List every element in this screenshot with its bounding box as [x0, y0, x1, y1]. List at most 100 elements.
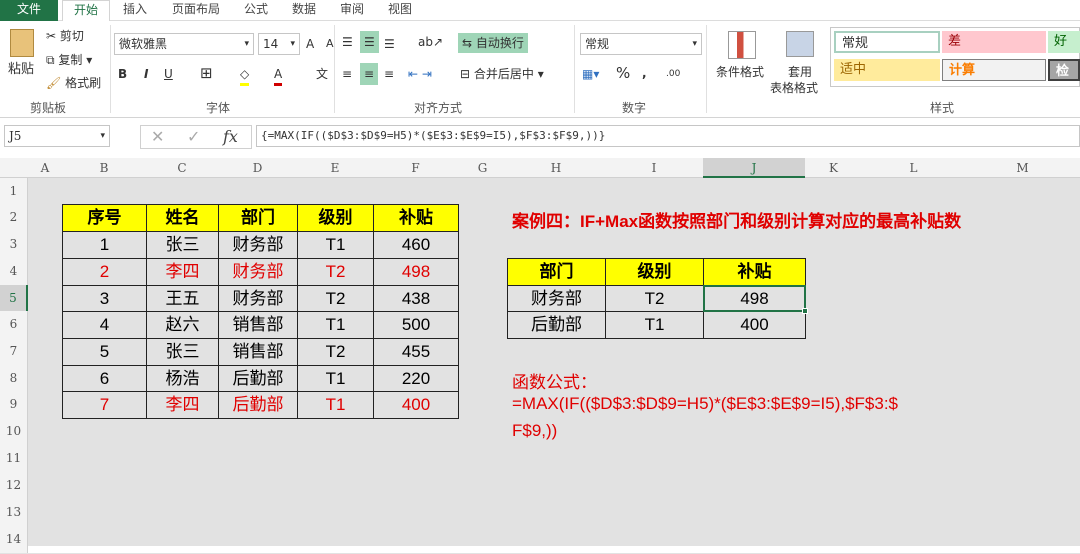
paste-button[interactable]: 粘贴: [8, 61, 34, 79]
borders-icon[interactable]: ⊞: [200, 64, 213, 82]
table1-header-cell[interactable]: 级别: [297, 204, 374, 232]
column-header-E[interactable]: E: [297, 158, 373, 178]
column-header-I[interactable]: I: [605, 158, 703, 178]
row-header-5[interactable]: 5: [0, 285, 28, 311]
table2-cell[interactable]: T2: [605, 285, 704, 312]
table1-cell[interactable]: 500: [373, 311, 459, 339]
table1-cell[interactable]: 王五: [146, 285, 219, 312]
bold-button[interactable]: B: [118, 65, 127, 83]
table1-cell[interactable]: 3: [62, 285, 147, 312]
row-header-8[interactable]: 8: [0, 365, 28, 391]
table1-cell[interactable]: T2: [297, 285, 374, 312]
table1-cell[interactable]: 后勤部: [218, 391, 298, 419]
table1-cell[interactable]: 财务部: [218, 285, 298, 312]
table1-cell[interactable]: T1: [297, 231, 374, 259]
table1-cell[interactable]: 460: [373, 231, 459, 259]
cut-button[interactable]: ✂ 剪切: [46, 27, 84, 45]
table1-cell[interactable]: T2: [297, 338, 374, 366]
table1-cell[interactable]: 4: [62, 311, 147, 339]
row-header-11[interactable]: 11: [0, 445, 28, 472]
row-header-14[interactable]: 14: [0, 526, 28, 553]
table1-cell[interactable]: 455: [373, 338, 459, 366]
align-bottom-icon[interactable]: ☰: [384, 35, 395, 53]
tab-page-layout[interactable]: 页面布局: [164, 0, 228, 21]
percent-button[interactable]: %: [616, 64, 630, 82]
style-bad[interactable]: 差: [942, 31, 1046, 53]
tab-review[interactable]: 审阅: [332, 0, 372, 21]
column-header-K[interactable]: K: [805, 158, 862, 178]
table1-header-cell[interactable]: 姓名: [146, 204, 219, 232]
tab-home[interactable]: 开始: [62, 0, 110, 22]
copy-button[interactable]: ⧉ 复制 ▾: [46, 51, 92, 69]
table1-cell[interactable]: 后勤部: [218, 365, 298, 392]
phonetic-button[interactable]: 文: [316, 65, 328, 83]
column-header-G[interactable]: G: [458, 158, 507, 178]
align-top-icon[interactable]: ☰: [342, 33, 353, 51]
row-header-12[interactable]: 12: [0, 472, 28, 499]
column-header-D[interactable]: D: [218, 158, 297, 178]
tab-insert[interactable]: 插入: [116, 0, 154, 21]
table1-cell[interactable]: 李四: [146, 258, 219, 286]
select-all-corner[interactable]: [0, 158, 28, 178]
column-header-L[interactable]: L: [862, 158, 965, 178]
column-header-M[interactable]: M: [965, 158, 1080, 178]
tab-view[interactable]: 视图: [380, 0, 420, 21]
align-left-icon[interactable]: ≡: [342, 65, 352, 83]
row-header-7[interactable]: 7: [0, 338, 28, 365]
table1-cell[interactable]: T2: [297, 258, 374, 286]
indent-icons[interactable]: ⇤ ⇥: [408, 65, 432, 83]
table2-cell[interactable]: 400: [703, 311, 806, 339]
table2-header-cell[interactable]: 级别: [605, 258, 704, 286]
table2-cell[interactable]: 后勤部: [507, 311, 606, 339]
table1-cell[interactable]: 销售部: [218, 311, 298, 339]
table1-cell[interactable]: 张三: [146, 338, 219, 366]
style-calculation[interactable]: 计算: [942, 59, 1046, 81]
wrap-text-button[interactable]: ⇆ 自动换行: [458, 33, 528, 53]
table1-header-cell[interactable]: 补贴: [373, 204, 459, 232]
orientation-icon[interactable]: ab↗: [418, 33, 443, 51]
table2-header-cell[interactable]: 部门: [507, 258, 606, 286]
column-header-F[interactable]: F: [373, 158, 458, 178]
italic-button[interactable]: I: [144, 65, 148, 83]
table1-cell[interactable]: 498: [373, 258, 459, 286]
style-neutral[interactable]: 适中: [834, 59, 940, 81]
table2-cell[interactable]: 财务部: [507, 285, 606, 312]
column-header-J[interactable]: J: [703, 158, 805, 178]
row-header-1[interactable]: 1: [0, 178, 28, 204]
tab-data[interactable]: 数据: [284, 0, 324, 21]
table1-cell[interactable]: 6: [62, 365, 147, 392]
table1-cell[interactable]: 赵六: [146, 311, 219, 339]
table1-cell[interactable]: 财务部: [218, 231, 298, 259]
row-header-13[interactable]: 13: [0, 499, 28, 526]
table1-header-cell[interactable]: 部门: [218, 204, 298, 232]
cancel-icon[interactable]: ✕: [151, 126, 164, 148]
conditional-format-button[interactable]: 条件格式: [716, 63, 764, 81]
table1-header-cell[interactable]: 序号: [62, 204, 147, 232]
fill-color-icon[interactable]: ◇: [240, 65, 250, 86]
table1-cell[interactable]: 7: [62, 391, 147, 419]
table1-cell[interactable]: 400: [373, 391, 459, 419]
function-icon[interactable]: fx: [223, 126, 238, 148]
row-header-4[interactable]: 4: [0, 258, 28, 285]
table1-cell[interactable]: T1: [297, 391, 374, 419]
enter-icon[interactable]: ✓: [187, 126, 200, 148]
table1-cell[interactable]: 1: [62, 231, 147, 259]
tab-file[interactable]: 文件: [0, 0, 58, 21]
fill-handle[interactable]: [802, 308, 808, 314]
table-format-button[interactable]: 表格格式: [770, 79, 818, 97]
shrink-font-button[interactable]: A: [326, 35, 334, 53]
style-normal[interactable]: 常规: [834, 31, 940, 53]
table1-cell[interactable]: 销售部: [218, 338, 298, 366]
column-header-A[interactable]: A: [28, 158, 62, 178]
column-header-B[interactable]: B: [62, 158, 146, 178]
underline-button[interactable]: U: [164, 65, 173, 83]
column-header-H[interactable]: H: [507, 158, 605, 178]
table1-cell[interactable]: 2: [62, 258, 147, 286]
table1-cell[interactable]: T1: [297, 365, 374, 392]
column-header-C[interactable]: C: [146, 158, 218, 178]
table1-cell[interactable]: 5: [62, 338, 147, 366]
currency-icon[interactable]: ▦▾: [582, 65, 599, 83]
row-header-2[interactable]: 2: [0, 204, 28, 231]
row-header-10[interactable]: 10: [0, 418, 28, 445]
decimal-buttons[interactable]: .00: [666, 65, 680, 83]
